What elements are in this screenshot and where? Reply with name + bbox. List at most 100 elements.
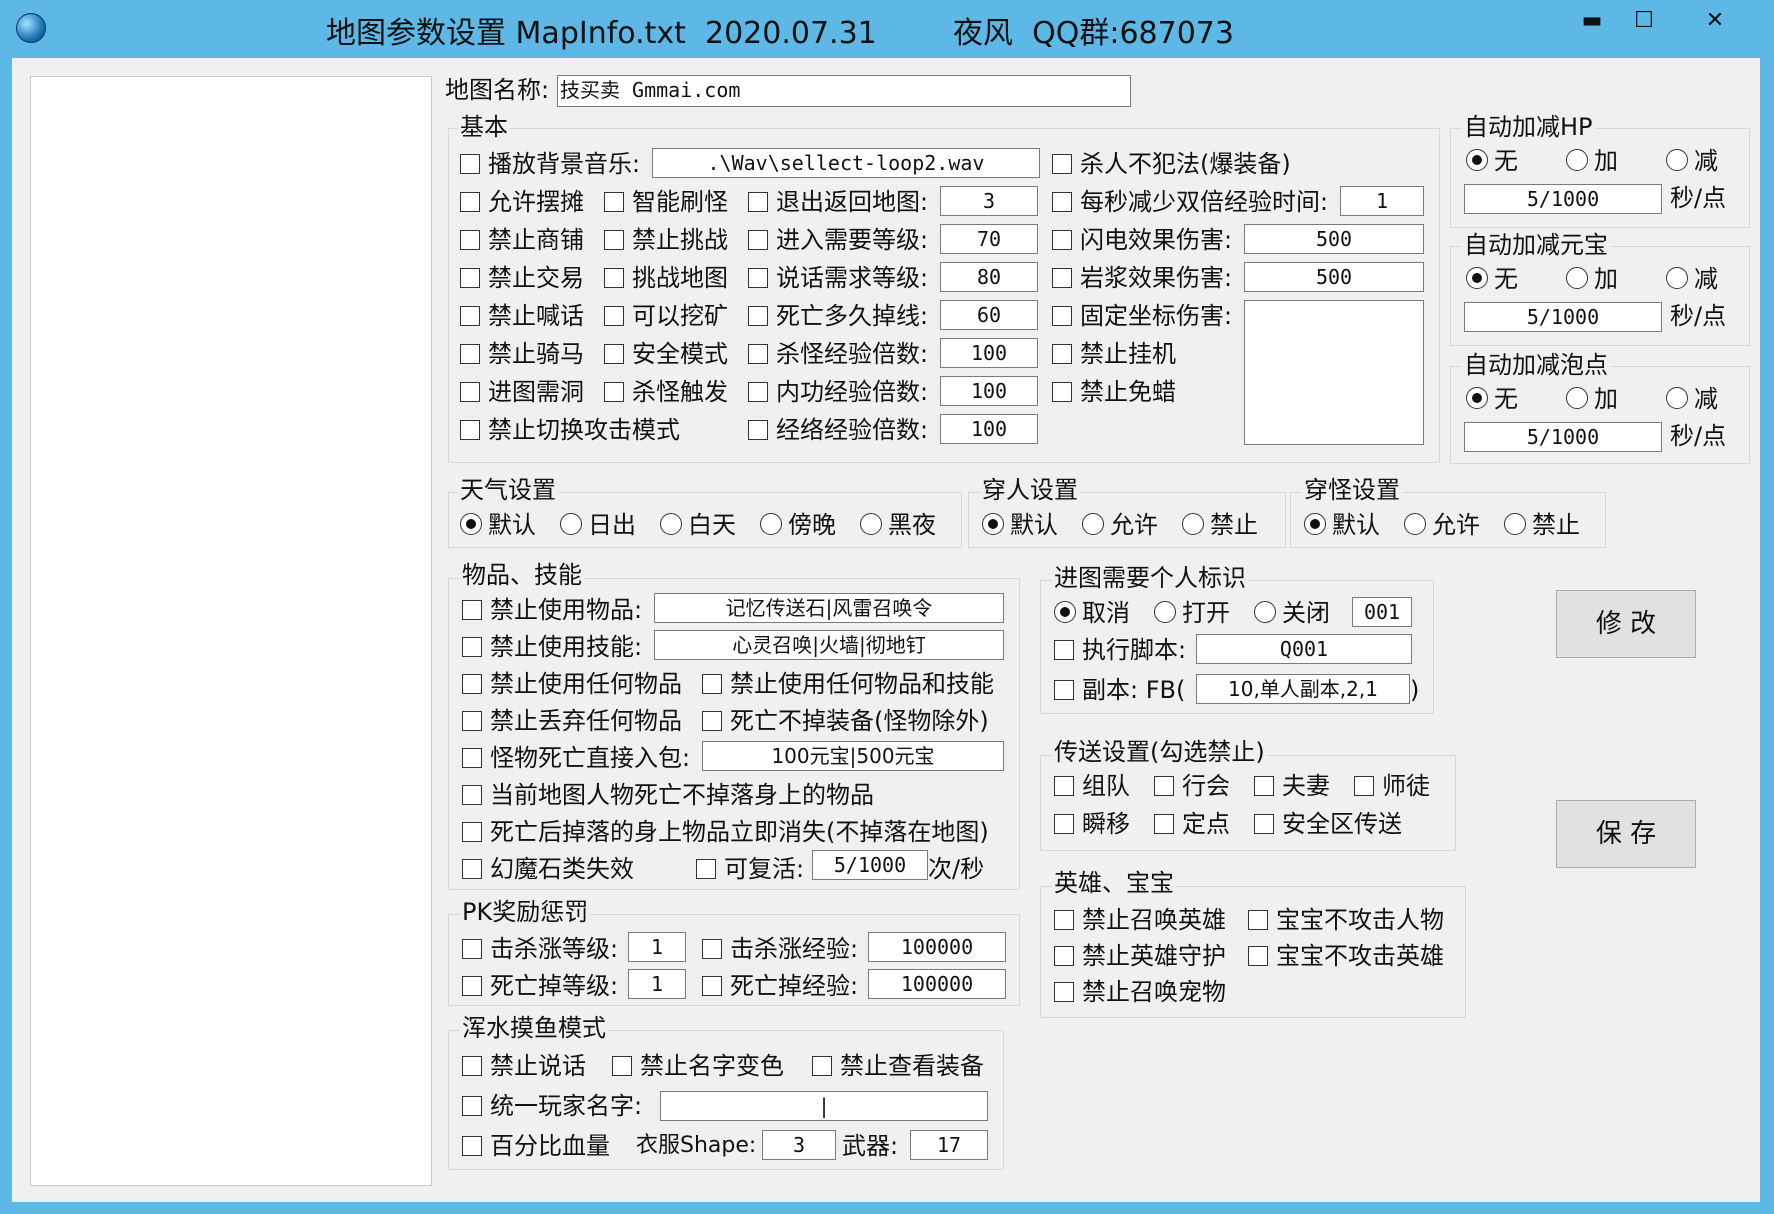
die-exp-checkbox[interactable]	[702, 976, 722, 996]
no-drop-on-death-checkbox[interactable]	[462, 785, 482, 805]
pass-player-radio[interactable]	[1182, 513, 1204, 535]
no-talk-checkbox[interactable]	[462, 1056, 482, 1076]
pass-monster-radio[interactable]	[1304, 513, 1326, 535]
basic-col1-checkbox[interactable]	[460, 420, 480, 440]
auto-paodian-input[interactable]: 5/1000	[1464, 422, 1662, 452]
auto-hp-radio-sub[interactable]	[1666, 149, 1688, 171]
revive-input[interactable]: 5/1000	[812, 850, 928, 880]
pass-monster-radio[interactable]	[1404, 513, 1426, 535]
monster-to-bag-input[interactable]: 100元宝|500元宝	[702, 741, 1004, 771]
no-free-wax-checkbox[interactable]	[1052, 382, 1072, 402]
auto-paodian-radio-sub[interactable]	[1666, 387, 1688, 409]
save-button[interactable]: 保 存	[1556, 800, 1696, 868]
basic-col2-checkbox[interactable]	[604, 306, 624, 326]
teleport-checkbox[interactable]	[1254, 776, 1274, 796]
teleport-checkbox[interactable]	[1354, 776, 1374, 796]
auto-yuanbao-input[interactable]: 5/1000	[1464, 302, 1662, 332]
pk-free-checkbox[interactable]	[1052, 154, 1072, 174]
die-level-input[interactable]: 1	[628, 969, 686, 999]
revive-checkbox[interactable]	[696, 859, 716, 879]
kill-exp-input[interactable]: 100000	[868, 932, 1006, 962]
lava-damage-checkbox[interactable]	[1052, 268, 1072, 288]
auto-hp-radio-add[interactable]	[1566, 149, 1588, 171]
basic-col1-checkbox[interactable]	[460, 382, 480, 402]
basic-col2-checkbox[interactable]	[604, 344, 624, 364]
basic-col2-checkbox[interactable]	[604, 268, 624, 288]
pass-player-radio[interactable]	[1082, 513, 1104, 535]
forbid-any-item-checkbox[interactable]	[462, 674, 482, 694]
run-script-checkbox[interactable]	[1054, 640, 1074, 660]
kill-level-input[interactable]: 1	[628, 932, 686, 962]
pass-player-radio[interactable]	[982, 513, 1004, 535]
teleport-checkbox[interactable]	[1054, 776, 1074, 796]
modify-button[interactable]: 修 改	[1556, 590, 1696, 658]
forbid-any-item-skill-checkbox[interactable]	[702, 674, 722, 694]
weather-radio[interactable]	[460, 513, 482, 535]
basic-col3-checkbox[interactable]	[748, 306, 768, 326]
auto-yuanbao-radio-sub[interactable]	[1666, 267, 1688, 289]
basic-col3-input[interactable]: 100	[940, 414, 1038, 444]
kill-exp-checkbox[interactable]	[702, 939, 722, 959]
death-no-drop-equip-checkbox[interactable]	[702, 711, 722, 731]
magic-stone-checkbox[interactable]	[462, 859, 482, 879]
monster-to-bag-checkbox[interactable]	[462, 748, 482, 768]
forbid-skill-input[interactable]: 心灵召唤|火墙|彻地钉	[654, 630, 1004, 660]
die-exp-input[interactable]: 100000	[868, 969, 1006, 999]
basic-col1-checkbox[interactable]	[460, 344, 480, 364]
fixed-coord-damage-textarea[interactable]	[1244, 300, 1424, 445]
basic-col1-checkbox[interactable]	[460, 230, 480, 250]
map-name-input[interactable]: 技买卖 Gmmai.com	[557, 75, 1131, 107]
hero-checkbox[interactable]	[1054, 946, 1074, 966]
basic-col3-checkbox[interactable]	[748, 268, 768, 288]
hero-checkbox[interactable]	[1054, 910, 1074, 930]
no-view-equip-checkbox[interactable]	[812, 1056, 832, 1076]
unify-name-input[interactable]: |	[660, 1091, 988, 1121]
cloth-input[interactable]: 3	[762, 1130, 836, 1160]
auto-paodian-radio-add[interactable]	[1566, 387, 1588, 409]
run-script-input[interactable]: Q001	[1196, 634, 1412, 664]
lightning-damage-input[interactable]: 500	[1244, 224, 1424, 254]
forbid-skill-checkbox[interactable]	[462, 637, 482, 657]
mark-radio[interactable]	[1054, 601, 1076, 623]
forbid-item-input[interactable]: 记忆传送石|风雷召唤令	[654, 593, 1004, 623]
lava-damage-input[interactable]: 500	[1244, 262, 1424, 292]
basic-col3-input[interactable]: 100	[940, 376, 1038, 406]
no-afk-checkbox[interactable]	[1052, 344, 1072, 364]
auto-paodian-radio-none[interactable]	[1466, 387, 1488, 409]
hero-checkbox[interactable]	[1054, 982, 1074, 1002]
double-exp-input[interactable]: 1	[1340, 186, 1424, 216]
basic-col3-checkbox[interactable]	[748, 344, 768, 364]
mark-code-input[interactable]: 001	[1352, 597, 1412, 627]
auto-yuanbao-radio-none[interactable]	[1466, 267, 1488, 289]
basic-col2-checkbox[interactable]	[604, 192, 624, 212]
basic-col3-input[interactable]: 70	[940, 224, 1038, 254]
forbid-drop-checkbox[interactable]	[462, 711, 482, 731]
basic-col1-checkbox[interactable]	[460, 268, 480, 288]
map-list-panel[interactable]	[30, 76, 432, 1186]
lightning-damage-checkbox[interactable]	[1052, 230, 1072, 250]
weather-radio[interactable]	[860, 513, 882, 535]
weapon-input[interactable]: 17	[910, 1130, 988, 1160]
basic-col3-checkbox[interactable]	[748, 420, 768, 440]
basic-col1-checkbox[interactable]	[460, 306, 480, 326]
basic-col3-input[interactable]: 3	[940, 186, 1038, 216]
mark-radio[interactable]	[1154, 601, 1176, 623]
dungeon-checkbox[interactable]	[1054, 680, 1074, 700]
fixed-coord-damage-checkbox[interactable]	[1052, 306, 1072, 326]
bgm-checkbox[interactable]	[460, 154, 480, 174]
weather-radio[interactable]	[560, 513, 582, 535]
basic-col2-checkbox[interactable]	[604, 382, 624, 402]
basic-col3-input[interactable]: 60	[940, 300, 1038, 330]
unify-name-checkbox[interactable]	[462, 1096, 482, 1116]
teleport-checkbox[interactable]	[1254, 814, 1274, 834]
basic-col2-checkbox[interactable]	[604, 230, 624, 250]
basic-col3-input[interactable]: 80	[940, 262, 1038, 292]
kill-level-checkbox[interactable]	[462, 939, 482, 959]
dungeon-input[interactable]: 10,单人副本,2,1	[1196, 674, 1410, 704]
teleport-checkbox[interactable]	[1154, 814, 1174, 834]
double-exp-checkbox[interactable]	[1052, 192, 1072, 212]
basic-col3-input[interactable]: 100	[940, 338, 1038, 368]
teleport-checkbox[interactable]	[1054, 814, 1074, 834]
auto-yuanbao-radio-add[interactable]	[1566, 267, 1588, 289]
pass-monster-radio[interactable]	[1504, 513, 1526, 535]
